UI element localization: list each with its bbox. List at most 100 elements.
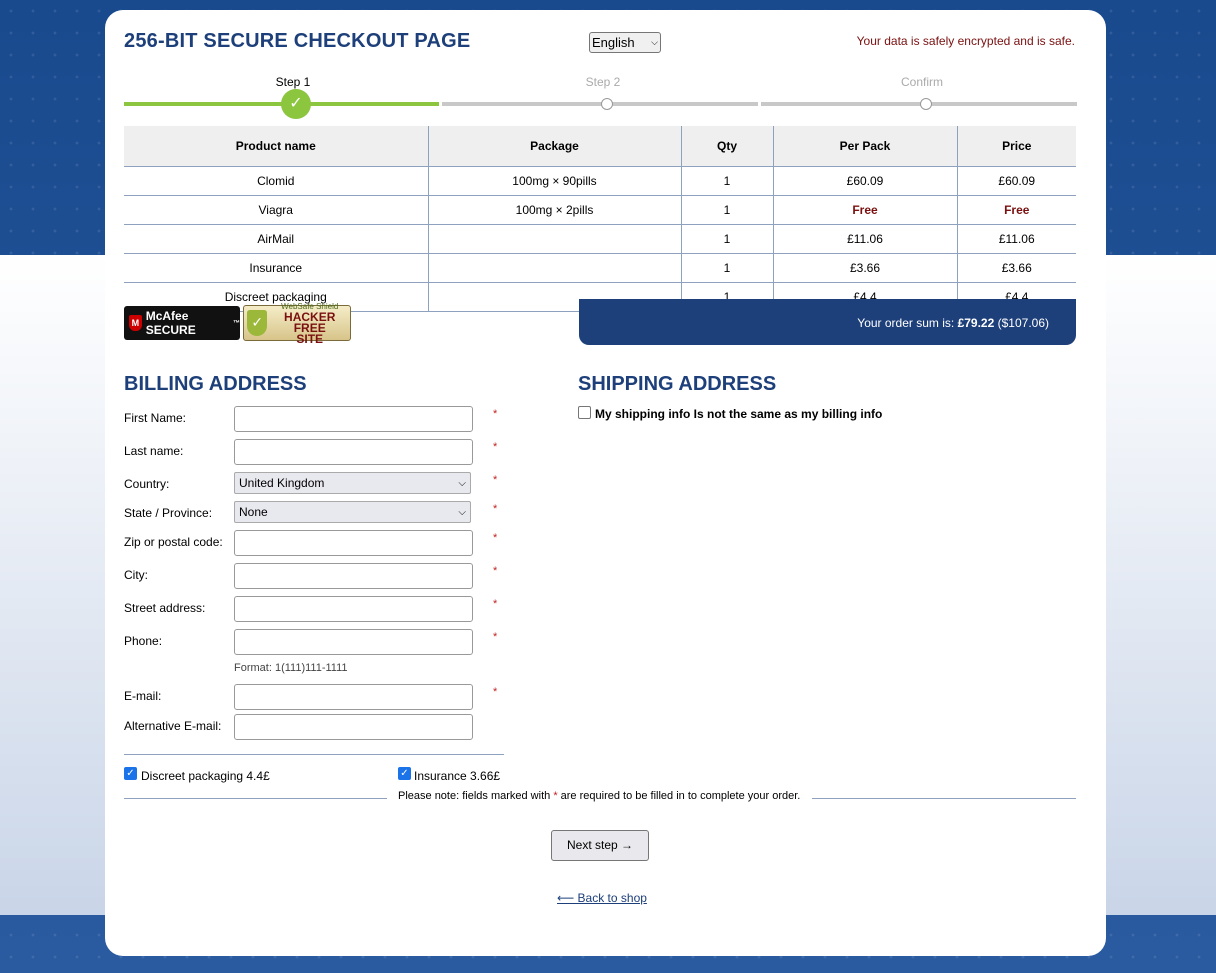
email-input[interactable]	[234, 684, 473, 710]
required-mark: *	[493, 631, 498, 643]
product-package: 100mg × 90pills	[427, 166, 681, 196]
alt-email-label: Alternative E-mail:	[124, 719, 222, 733]
table-row: Viagra 100mg × 2pills 1 Free Free	[124, 195, 1076, 225]
secure-notice: Your data is safely encrypted and is saf…	[856, 34, 1075, 48]
back-to-shop-link[interactable]: ⟵ Back to shop	[557, 891, 647, 905]
shipping-heading: SHIPPING ADDRESS	[578, 373, 777, 395]
product-name: Viagra	[124, 195, 428, 225]
country-select[interactable]: United Kingdom ⌵	[234, 472, 471, 494]
last-name-input[interactable]	[234, 439, 473, 465]
chevron-down-icon: ⌵	[458, 477, 466, 489]
product-package	[427, 224, 681, 254]
product-price: £60.09	[956, 166, 1076, 196]
column-header: Qty	[680, 126, 773, 167]
shipping-different-checkbox[interactable]	[578, 406, 591, 419]
street-input[interactable]	[234, 596, 473, 622]
product-price: £3.66	[956, 253, 1076, 283]
table-row: Insurance 1 £3.66 £3.66	[124, 253, 1076, 283]
required-mark: *	[493, 408, 498, 420]
phone-label: Phone:	[124, 634, 163, 648]
phone-input[interactable]	[234, 629, 473, 655]
discreet-packaging-label: Discreet packaging 4.4£	[141, 769, 270, 783]
websafe-line-2: HACKER FREE	[284, 310, 336, 335]
next-step-button[interactable]: Next step →	[551, 830, 649, 861]
product-qty: 1	[680, 166, 773, 196]
alt-email-input[interactable]	[234, 714, 473, 740]
last-name-label: Last name:	[124, 444, 184, 458]
product-name: Insurance	[124, 253, 428, 283]
divider	[812, 798, 1076, 799]
order-sum-label: Your order sum is:	[857, 316, 955, 330]
shield-icon: ✓	[247, 310, 268, 336]
mcafee-tm: ™	[233, 319, 240, 327]
first-name-input[interactable]	[234, 406, 473, 432]
language-value: English	[592, 35, 635, 50]
divider	[124, 798, 387, 799]
street-label: Street address:	[124, 601, 206, 615]
country-label: Country:	[124, 477, 170, 491]
table-header-row: Product name Package Qty Per Pack Price	[124, 126, 1076, 167]
product-name: AirMail	[124, 224, 428, 254]
zip-input[interactable]	[234, 530, 473, 556]
product-per-pack: £3.66	[772, 253, 957, 283]
state-label: State / Province:	[124, 506, 213, 520]
product-per-pack: Free	[772, 195, 957, 225]
required-mark: *	[493, 598, 498, 610]
mcafee-secure-badge[interactable]: M McAfee SECURE ™	[124, 306, 240, 340]
product-qty: 1	[680, 253, 773, 283]
product-package: 100mg × 2pills	[427, 195, 681, 225]
step-2-bar	[442, 102, 758, 106]
required-mark: *	[493, 686, 498, 698]
hacker-free-badge[interactable]: ✓ WebSafe Shield HACKER FREE SITE	[243, 302, 351, 345]
product-price: Free	[956, 195, 1076, 225]
insurance-checkbox[interactable]: ✓	[398, 767, 411, 780]
first-name-label: First Name:	[124, 411, 187, 425]
product-qty: 1	[680, 224, 773, 254]
required-mark: *	[493, 532, 498, 544]
discreet-packaging-checkbox[interactable]: ✓	[124, 767, 137, 780]
language-select[interactable]: English ⌵	[589, 32, 661, 53]
insurance-label: Insurance 3.66£	[414, 769, 501, 783]
step-2-label: Step 2	[585, 75, 621, 89]
order-table: Product name Package Qty Per Pack Price …	[124, 126, 1076, 312]
product-qty: 1	[680, 195, 773, 225]
order-sum-amount: £79.22	[957, 316, 995, 330]
note-star: *	[553, 790, 558, 802]
phone-format-hint: Format: 1(111)111-1111	[234, 662, 348, 674]
state-select[interactable]: None ⌵	[234, 501, 471, 523]
required-note: Please note: fields marked with * are re…	[398, 790, 800, 802]
step-confirm-bar	[761, 102, 1077, 106]
checkout-card: 256-BIT SECURE CHECKOUT PAGE English ⌵ Y…	[105, 10, 1106, 956]
page-title: 256-BIT SECURE CHECKOUT PAGE	[124, 30, 471, 52]
zip-label: Zip or postal code:	[124, 535, 223, 549]
order-sum-alt: ($107.06)	[997, 316, 1049, 330]
product-price: £11.06	[956, 224, 1076, 254]
state-value: None	[239, 505, 268, 519]
product-per-pack: £60.09	[772, 166, 957, 196]
city-input[interactable]	[234, 563, 473, 589]
table-row: Clomid 100mg × 90pills 1 £60.09 £60.09	[124, 166, 1076, 196]
step-2-dot	[601, 98, 613, 110]
required-mark: *	[493, 474, 498, 486]
checkmark-icon: ✓	[281, 89, 311, 119]
required-mark: *	[493, 503, 498, 515]
column-header: Package	[427, 126, 681, 167]
city-label: City:	[124, 568, 148, 582]
step-1-label: Step 1	[275, 75, 311, 89]
column-header: Product name	[124, 126, 428, 167]
note-after: are required to be filled in to complete…	[560, 790, 801, 802]
chevron-down-icon: ⌵	[458, 506, 466, 518]
chevron-down-icon: ⌵	[651, 37, 658, 47]
order-sum-box: Your order sum is: £79.22 ($107.06)	[579, 299, 1076, 345]
note-before: Please note: fields marked with	[398, 790, 551, 802]
email-label: E-mail:	[124, 689, 162, 703]
shipping-different-label: My shipping info Is not the same as my b…	[595, 407, 883, 421]
mcafee-badge-text: McAfee SECURE	[145, 309, 196, 337]
column-header: Price	[956, 126, 1076, 167]
mcafee-shield-icon: M	[129, 315, 142, 331]
country-value: United Kingdom	[239, 476, 325, 490]
required-mark: *	[493, 565, 498, 577]
product-package	[427, 253, 681, 283]
column-header: Per Pack	[772, 126, 957, 167]
table-row: AirMail 1 £11.06 £11.06	[124, 224, 1076, 254]
